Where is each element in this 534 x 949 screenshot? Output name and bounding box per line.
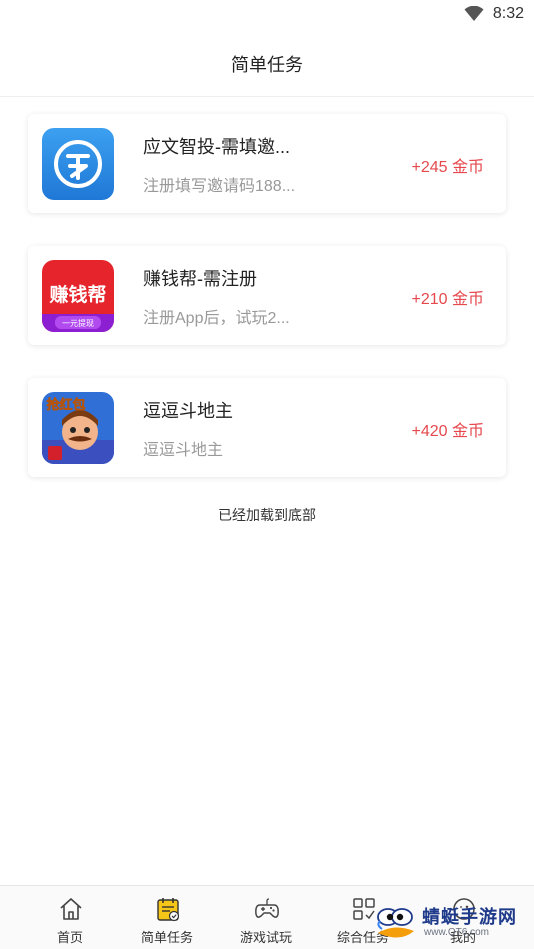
task-card[interactable]: 应文智投-需填邀... 注册填写邀请码188... +245 金币: [28, 114, 506, 213]
list-end-text: 已经加载到底部: [218, 507, 316, 523]
page-title: 简单任务: [231, 55, 303, 75]
tab-game-trial[interactable]: 游戏试玩: [213, 886, 319, 949]
icon-sub-text: 一元提现: [62, 318, 94, 328]
status-bar: 8:32: [0, 0, 534, 30]
wifi-icon: [464, 6, 484, 21]
task-list: 应文智投-需填邀... 注册填写邀请码188... +245 金币 赚钱帮 一元…: [28, 114, 506, 510]
watermark: 蜻蜓手游网 www.QT6.com: [377, 899, 528, 945]
zhuanqianbang-app-icon: 赚钱帮 一元提现: [42, 260, 114, 332]
home-icon: [60, 898, 82, 920]
gamepad-icon: [255, 898, 279, 918]
app-header: 简单任务: [0, 30, 534, 97]
task-name: 应文智投-需填邀...: [143, 137, 290, 157]
doudou-app-icon: 抢红包: [42, 392, 114, 464]
task-desc: 注册填写邀请码188...: [143, 178, 296, 195]
watermark-url: www.QT6.com: [424, 927, 490, 938]
yingwen-app-icon: [42, 128, 114, 200]
task-desc: 逗逗斗地主: [143, 442, 224, 459]
task-card[interactable]: 抢红包 逗逗斗地主 逗逗斗地主 +420 金币: [28, 378, 506, 477]
task-name: 赚钱帮-需注册: [143, 269, 257, 289]
watermark-text: 蜻蜓手游网: [422, 907, 517, 927]
tab-label: 游戏试玩: [239, 930, 292, 945]
task-card[interactable]: 赚钱帮 一元提现 赚钱帮-需注册 注册App后，试玩2... +210 金币: [28, 246, 506, 345]
icon-brand-text: 赚钱帮: [48, 283, 106, 306]
task-desc: 注册App后，试玩2...: [143, 310, 290, 327]
status-time: 8:32: [492, 5, 524, 22]
dragonfly-logo: [377, 908, 414, 938]
task-reward: +245 金币: [411, 159, 485, 176]
tab-home[interactable]: 首页: [17, 886, 123, 949]
tab-label: 简单任务: [140, 930, 193, 945]
task-name: 逗逗斗地主: [143, 401, 233, 421]
simple-task-icon: [157, 898, 180, 922]
icon-brand-text: 抢红包: [46, 397, 85, 413]
tab-simple-task[interactable]: 简单任务: [114, 886, 220, 949]
task-reward: +210 金币: [411, 291, 485, 308]
task-reward: +420 金币: [411, 423, 485, 440]
tab-label: 首页: [56, 930, 83, 945]
